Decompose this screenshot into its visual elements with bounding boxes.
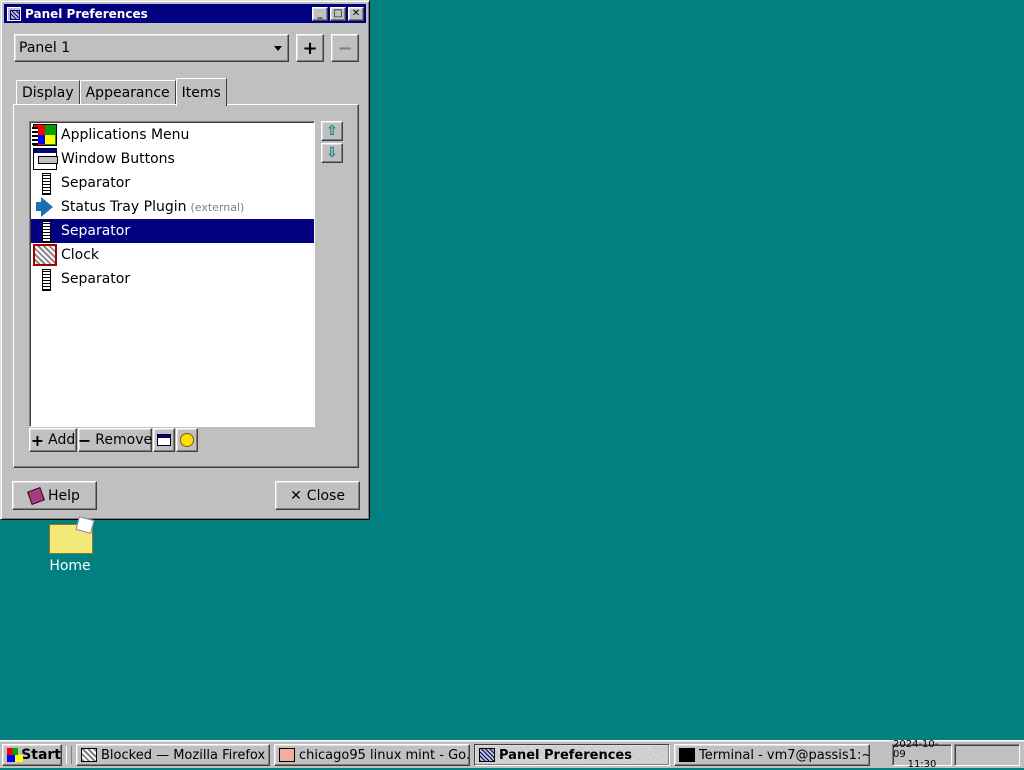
tab-appearance-label: Appearance	[85, 85, 170, 101]
terminal-icon	[679, 748, 695, 762]
help-book-icon	[27, 486, 46, 505]
arrow-down-icon: ⇩	[326, 145, 338, 161]
list-item[interactable]: Window Buttons	[31, 147, 314, 171]
list-item[interactable]: Separator	[31, 267, 314, 291]
add-item-label: Add	[48, 432, 76, 448]
list-item-label: Status Tray Plugin	[61, 199, 187, 215]
maximize-icon: □	[333, 7, 343, 19]
list-item-label: Separator	[61, 271, 131, 287]
start-button[interactable]: Start	[2, 744, 62, 766]
firefox-icon	[81, 748, 97, 762]
browser-tab-icon	[279, 748, 295, 762]
list-item[interactable]: Separator	[31, 171, 314, 195]
home-desktop-icon[interactable]: Home	[40, 516, 100, 574]
minus-icon: −	[337, 37, 353, 59]
window-titlebar[interactable]: Panel Preferences _ □ ✕	[4, 4, 366, 23]
list-item-label: Clock	[61, 247, 100, 263]
separator-icon	[33, 220, 57, 243]
task-label: chicago95 linux mint - Go...	[299, 747, 470, 763]
folder-icon	[47, 518, 93, 554]
list-item[interactable]: Clock	[31, 243, 314, 267]
window-buttons-icon	[33, 148, 58, 170]
minimize-icon: _	[317, 7, 323, 19]
items-list[interactable]: Applications Menu Window Buttons Separat…	[29, 121, 315, 427]
arrow-up-icon: ⇧	[326, 123, 338, 139]
task-chicago95[interactable]: chicago95 linux mint - Go...	[274, 744, 470, 766]
task-label: Terminal - vm7@passis1:~	[699, 747, 870, 763]
list-item-label: Separator	[61, 223, 131, 239]
list-item-label: Separator	[61, 175, 131, 191]
tab-appearance[interactable]: Appearance	[79, 80, 176, 105]
item-properties-button[interactable]	[153, 428, 175, 452]
list-item-label: Applications Menu	[61, 127, 190, 143]
windows-logo-icon	[7, 748, 24, 762]
list-item-selected[interactable]: Separator	[31, 219, 314, 243]
add-panel-button[interactable]: +	[296, 34, 324, 62]
plus-icon: +	[30, 430, 45, 450]
tab-items[interactable]: Items	[175, 78, 227, 106]
panel-preferences-icon	[7, 6, 21, 21]
task-firefox[interactable]: Blocked — Mozilla Firefox	[76, 744, 270, 766]
taskbar: Start Blocked — Mozilla Firefox chicago9…	[0, 740, 1024, 770]
panel-dropdown[interactable]: Panel 1	[14, 34, 289, 62]
remove-item-button[interactable]: − Remove	[78, 428, 152, 452]
remove-panel-button[interactable]: −	[331, 34, 359, 62]
plus-icon: +	[302, 37, 318, 59]
separator-icon	[33, 172, 57, 195]
move-down-button[interactable]: ⇩	[321, 143, 343, 163]
close-icon: ✕	[290, 487, 302, 504]
list-item[interactable]: Status Tray Plugin (external)	[31, 195, 314, 219]
tab-display[interactable]: Display	[16, 80, 80, 105]
minimize-button[interactable]: _	[312, 6, 328, 21]
home-label: Home	[49, 558, 91, 574]
status-tray-icon	[33, 196, 57, 218]
move-up-button[interactable]: ⇧	[321, 121, 343, 141]
clock-time: 11:30	[907, 759, 937, 770]
task-label: Blocked — Mozilla Firefox	[101, 747, 266, 763]
remove-item-label: Remove	[95, 432, 153, 448]
chevron-down-icon	[274, 46, 282, 51]
close-window-button[interactable]: ✕	[348, 6, 364, 21]
tab-display-label: Display	[22, 85, 74, 101]
clock[interactable]: 2024-10-09 11:30	[892, 740, 952, 770]
external-note: (external)	[190, 200, 245, 214]
separator-icon	[33, 268, 57, 291]
tab-items-label: Items	[181, 84, 221, 101]
help-button[interactable]: Help	[12, 481, 97, 510]
clock-icon	[33, 244, 57, 266]
help-label: Help	[48, 487, 80, 504]
panel-dropdown-value: Panel 1	[19, 40, 71, 56]
task-label: Panel Preferences	[499, 747, 632, 763]
clock-date: 2024-10-09	[893, 739, 939, 760]
list-item[interactable]: Applications Menu	[31, 123, 314, 147]
taskbar-grip[interactable]	[66, 746, 72, 764]
close-icon: ✕	[351, 7, 361, 19]
properties-icon	[157, 434, 171, 446]
minus-icon: −	[77, 430, 92, 450]
task-terminal[interactable]: Terminal - vm7@passis1:~	[674, 744, 870, 766]
panel-preferences-window: Panel Preferences _ □ ✕ Panel 1 + − Disp…	[0, 0, 370, 520]
add-item-button[interactable]: + Add	[29, 428, 77, 452]
tab-strip: Display Appearance Items	[16, 78, 227, 106]
smiley-icon	[180, 433, 194, 447]
window-title: Panel Preferences	[25, 6, 148, 21]
task-panel-preferences[interactable]: Panel Preferences	[474, 744, 670, 766]
close-label: Close	[306, 487, 345, 504]
panel-preferences-icon	[479, 748, 495, 762]
list-item-label: Window Buttons	[61, 151, 175, 167]
applications-menu-icon	[32, 124, 57, 146]
tray-area	[954, 744, 1020, 766]
close-button[interactable]: ✕ Close	[275, 481, 360, 510]
item-about-button[interactable]	[176, 428, 198, 452]
start-label: Start	[21, 747, 61, 763]
maximize-button[interactable]: □	[330, 6, 346, 21]
